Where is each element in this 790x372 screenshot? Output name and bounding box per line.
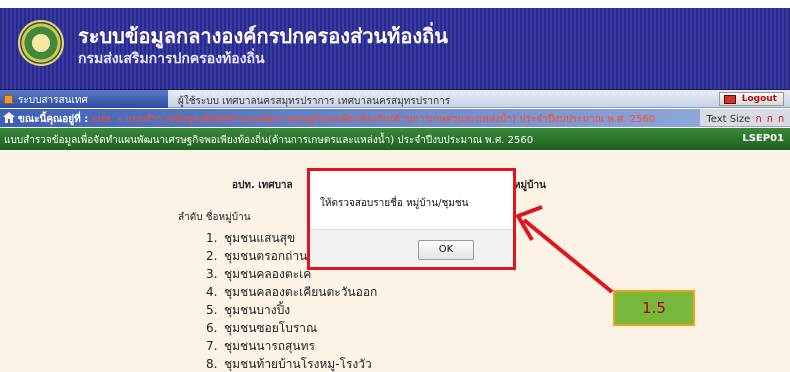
list-item-number: 6. [206, 321, 218, 335]
text-size-medium[interactable]: ก [767, 114, 773, 125]
list-item-number: 1. [206, 231, 218, 245]
user-info: ผู้ใช้ระบบ เทศบาลนครสมุทรปราการ เทศบาลนค… [178, 96, 451, 107]
site-header: ระบบข้อมูลกลางองค์กรปกครองส่วนท้องถิ่น ก… [0, 8, 790, 90]
list-item-number: 7. [206, 339, 218, 353]
list-item-name: ชุมชนนารถสุนทร [224, 339, 315, 353]
list-item-name: ชุมชนท้ายบ้านโรงหมู-โรงวัว [224, 357, 372, 371]
section-title-bar: แบบสำรวจข้อมูลเพื่อจัดทำแผนพัฒนาเศรษฐกิจ… [0, 128, 790, 150]
list-item: 4. ชุมชนคลองตะเคียนตะวันออก [206, 283, 377, 301]
org-line: อปท. เทศบาล [232, 180, 293, 191]
section-code: LSEP01 [742, 133, 784, 144]
list-item-number: 2. [206, 249, 218, 263]
tab-label: ระบบสารสนเทศ [18, 95, 88, 106]
list-item-number: 5. [206, 303, 218, 317]
breadcrumb-label: ขณะนี้คุณอยู่ที่ : [18, 114, 89, 125]
breadcrumb-path[interactable]: อปท. » แบบสำรวจข้อมูลเพื่อจัดทำแผนพัฒนาเ… [91, 114, 655, 125]
ok-button[interactable]: OK [418, 240, 474, 260]
text-size-label: Text Size [706, 114, 751, 125]
list-item: 7. ชุมชนนารถสุนทร [206, 337, 377, 355]
list-item-name: ชุมชนตรอกถ่าน [224, 249, 308, 263]
dla-logo [18, 20, 64, 66]
home-icon[interactable] [3, 112, 15, 123]
breadcrumb-bar: ขณะนี้คุณอยู่ที่ : อปท. » แบบสำรวจข้อมูล… [0, 109, 790, 127]
list-item-name: ชุมชนคลองตะเค [224, 267, 312, 281]
logout-button[interactable]: Logout [718, 92, 784, 106]
list-item-name: ชุมชนบางปิ้ง [224, 303, 291, 317]
tab-information-system[interactable]: ระบบสารสนเทศ [0, 90, 168, 108]
alert-dialog: ให้ตรวจสอบรายชื่อ หมู่บ้าน/ชุมชน OK [310, 171, 513, 267]
logout-icon [723, 95, 736, 104]
tab-bar: ระบบสารสนเทศ ผู้ใช้ระบบ เทศบาลนครสมุทรปร… [0, 90, 790, 108]
breadcrumb: ขณะนี้คุณอยู่ที่ : อปท. » แบบสำรวจข้อมูล… [0, 109, 700, 127]
list-header: ลำดับ ชื่อหมู่บ้าน [178, 212, 251, 223]
dialog-message: ให้ตรวจสอบรายชื่อ หมู่บ้าน/ชุมชน [320, 198, 469, 209]
text-size-control: Text Size ก ก ก [706, 112, 784, 127]
text-size-large[interactable]: ก [778, 114, 784, 125]
logout-label: Logout [741, 94, 777, 104]
list-item-name: ชุมชนซอยโบราณ [224, 321, 318, 335]
text-size-small[interactable]: ก [755, 114, 761, 125]
list-item-name: ชุมชนแสนสุข [224, 231, 296, 245]
list-item-name: ชุมชนคลองตะเคียนตะวันออก [224, 285, 378, 299]
step-label: 1.5 [613, 290, 695, 326]
list-item: 8. ชุมชนท้ายบ้านโรงหมู-โรงวัว [206, 355, 377, 372]
list-item-number: 4. [206, 285, 218, 299]
list-item-number: 3. [206, 267, 218, 281]
list-item: 6. ชุมชนซอยโบราณ [206, 319, 377, 337]
list-item-number: 8. [206, 357, 218, 371]
section-title: แบบสำรวจข้อมูลเพื่อจัดทำแผนพัฒนาเศรษฐกิจ… [4, 135, 534, 146]
dialog-footer: OK [310, 229, 513, 267]
menu-square-icon [4, 95, 13, 104]
list-item: 5. ชุมชนบางปิ้ง [206, 301, 377, 319]
site-subtitle: กรมส่งเสริมการปกครองท้องถิ่น [78, 51, 265, 67]
